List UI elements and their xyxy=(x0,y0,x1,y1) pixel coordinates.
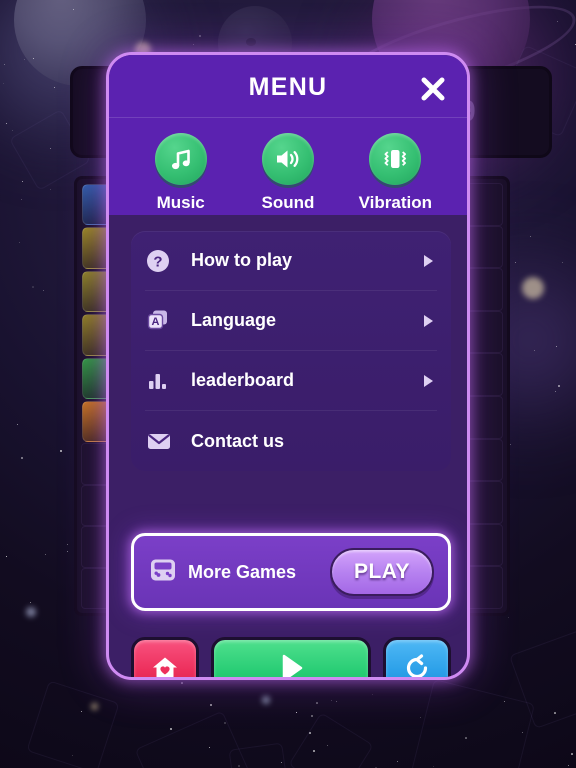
menu-item-label: How to play xyxy=(191,250,293,270)
row-icon: ? xyxy=(145,248,185,274)
menu-item-leaderboard[interactable]: leaderboard xyxy=(145,351,437,411)
close-button[interactable] xyxy=(413,69,453,109)
music-note-icon xyxy=(171,149,190,170)
menu-list: ? How to play A Language leaderboard Con… xyxy=(131,231,451,471)
resume-button[interactable] xyxy=(211,637,371,677)
speaker-icon xyxy=(276,150,299,168)
restart-arrow-icon xyxy=(406,654,428,677)
menu-item-label: Language xyxy=(191,310,277,330)
svg-text:?: ? xyxy=(153,253,162,270)
toggle-music[interactable]: Music xyxy=(131,133,231,213)
svg-text:A: A xyxy=(152,316,160,328)
toggle-sound-label: Sound xyxy=(261,193,315,212)
more-games-play-button[interactable]: PLAY xyxy=(330,548,434,596)
more-games-icon-wrap xyxy=(148,556,178,589)
toggle-music-circle xyxy=(154,133,207,185)
row-icon: A xyxy=(145,308,185,334)
menu-item-how-to-play[interactable]: ? How to play xyxy=(145,231,437,291)
bar-chart-icon xyxy=(149,373,166,389)
house-heart-icon xyxy=(153,657,177,677)
restart-button[interactable] xyxy=(383,637,451,677)
chevron-right-icon xyxy=(419,253,437,269)
menu-item-contact-us[interactable]: Contact us xyxy=(145,411,437,471)
action-button-row xyxy=(131,635,451,677)
toggle-vibration-label: Vibration xyxy=(358,193,432,212)
vibration-icon xyxy=(384,150,407,168)
chevron-right-icon xyxy=(419,313,437,329)
row-icon xyxy=(145,368,185,394)
handheld-console-icon xyxy=(151,559,175,580)
play-triangle-icon xyxy=(282,654,303,677)
toggle-vibration-circle xyxy=(369,133,422,185)
chevron-right-icon xyxy=(419,373,437,389)
home-button[interactable] xyxy=(131,637,199,677)
more-games-banner[interactable]: More Games PLAY xyxy=(131,533,451,611)
toggle-row: Music Sound Vibration xyxy=(109,133,467,213)
menu-item-label: leaderboard xyxy=(191,370,295,390)
menu-dialog: MENU Music Sound Vibration ? How to play… xyxy=(106,52,470,680)
menu-item-label: Contact us xyxy=(191,430,285,451)
toggle-vibration[interactable]: Vibration xyxy=(345,133,445,213)
menu-item-language[interactable]: A Language xyxy=(145,291,437,351)
toggle-sound-circle xyxy=(261,133,314,185)
more-games-label: More Games xyxy=(188,561,297,582)
envelope-icon xyxy=(148,434,170,449)
toggle-music-label: Music xyxy=(156,193,205,212)
question-mark-circle-icon: ? xyxy=(147,249,169,272)
row-icon xyxy=(145,428,185,454)
close-icon xyxy=(421,77,445,101)
more-games-play-label: PLAY xyxy=(353,560,411,583)
language-card-icon: A xyxy=(147,310,167,329)
toggle-sound[interactable]: Sound xyxy=(238,133,338,213)
